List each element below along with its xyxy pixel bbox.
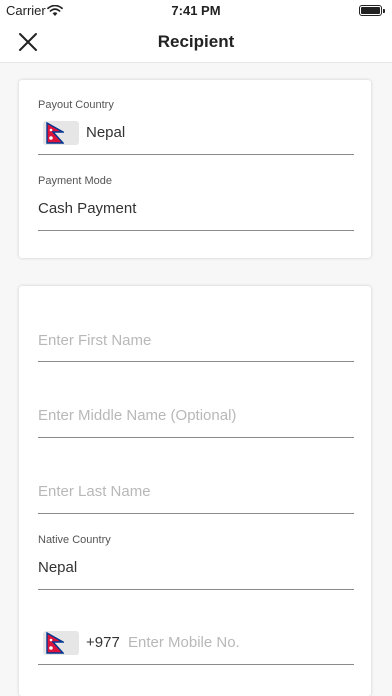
payment-mode-label: Payment Mode: [38, 175, 112, 187]
recipient-card: Enter First Name Enter Middle Name (Opti…: [19, 286, 371, 696]
clock: 7:41 PM: [171, 3, 221, 18]
native-country-underline: [38, 589, 354, 590]
payment-mode-value[interactable]: Cash Payment: [38, 200, 136, 217]
last-name-input[interactable]: Enter Last Name: [38, 483, 151, 500]
payout-country-value[interactable]: Nepal: [86, 124, 125, 141]
payout-card: Payout Country Nepal Payment Mode Cash P…: [19, 80, 371, 258]
nepal-flag-icon: [46, 632, 64, 654]
mobile-country-flag[interactable]: [43, 631, 79, 655]
native-country-label: Native Country: [38, 534, 111, 546]
payout-country-flag: [43, 121, 79, 145]
last-name-underline: [38, 513, 354, 514]
first-name-input[interactable]: Enter First Name: [38, 332, 151, 349]
first-name-underline: [38, 361, 354, 362]
native-country-value[interactable]: Nepal: [38, 559, 77, 576]
status-bar: Carrier 7:41 PM: [0, 0, 392, 22]
page-title: Recipient: [157, 32, 235, 51]
battery-icon: [359, 5, 385, 16]
payment-mode-underline: [38, 230, 354, 231]
mobile-number-underline: [38, 664, 354, 665]
mobile-number-input[interactable]: Enter Mobile No.: [128, 634, 240, 651]
middle-name-input[interactable]: Enter Middle Name (Optional): [38, 407, 236, 424]
nepal-flag-icon: [46, 122, 64, 144]
payout-country-label: Payout Country: [38, 99, 114, 111]
middle-name-underline: [38, 437, 354, 438]
dial-code: +977: [86, 634, 120, 651]
nav-bar: Recipient: [0, 22, 392, 63]
payout-country-underline: [38, 154, 354, 155]
